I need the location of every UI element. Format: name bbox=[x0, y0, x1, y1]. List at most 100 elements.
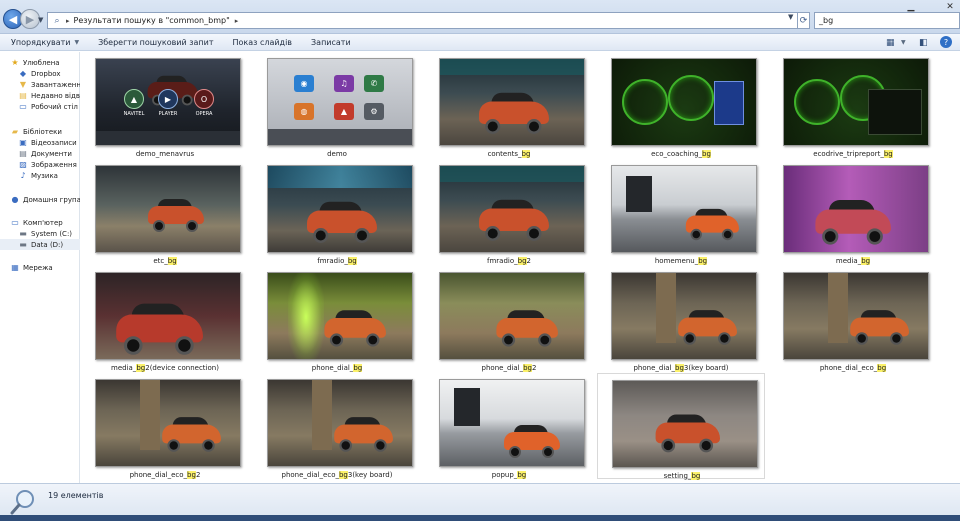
file-thumbnail: ▲ ▶ O NAVITEL PLAYER OPERA bbox=[95, 58, 241, 146]
file-item[interactable]: popup_bg bbox=[425, 373, 593, 479]
breadcrumb-separator-icon[interactable]: ▸ bbox=[66, 17, 70, 25]
car-image bbox=[110, 299, 206, 355]
file-item[interactable]: fmradio_bg bbox=[253, 159, 421, 265]
file-item[interactable]: homemenu_bg bbox=[597, 159, 765, 265]
search-results-icon: ⌕ bbox=[54, 15, 60, 26]
file-name-suffix: 2(device connection) bbox=[145, 364, 219, 372]
file-thumbnail bbox=[439, 58, 585, 146]
libraries-group: ▰ Бібліотеки ▣ Відеозаписи ▤ Документи ▨ Зоб… bbox=[0, 126, 80, 181]
car-image bbox=[810, 196, 894, 245]
pictures-icon: ▨ bbox=[19, 160, 27, 169]
file-item[interactable]: ◉ ♫ ✆ ◍ ▲ ⚙ demo bbox=[253, 52, 421, 158]
burn-button[interactable]: Записати bbox=[311, 38, 351, 47]
sidebar-item-data-drive[interactable]: ▬ Data (D:) bbox=[0, 239, 80, 250]
file-item[interactable]: eco_coaching_bg bbox=[597, 52, 765, 158]
file-name-prefix: popup_ bbox=[491, 471, 518, 479]
sidebar-item-dropbox[interactable]: ◆ Dropbox bbox=[0, 68, 80, 79]
sidebar-item-downloads[interactable]: ▼ Завантаження bbox=[0, 79, 80, 90]
file-name-suffix: 2 bbox=[531, 364, 537, 372]
file-name-prefix: fmradio_ bbox=[317, 257, 348, 265]
favorites-group: ★ Улюблена ◆ Dropbox ▼ Завантаження ▤ Недавн… bbox=[0, 57, 80, 112]
file-thumbnail bbox=[95, 379, 241, 467]
file-thumbnail bbox=[783, 165, 929, 253]
file-thumbnail bbox=[612, 380, 758, 468]
sidebar-item-label: Музика bbox=[31, 171, 58, 180]
sidebar-item-pictures[interactable]: ▨ Зображення bbox=[0, 159, 80, 170]
sidebar-item-videos[interactable]: ▣ Відеозаписи bbox=[0, 137, 80, 148]
change-view-button[interactable]: ▦ bbox=[886, 34, 895, 51]
minimize-button[interactable]: ▁ bbox=[903, 0, 919, 14]
view-options-dropdown[interactable]: ▼ bbox=[901, 34, 906, 51]
file-name: contents_bg bbox=[425, 150, 593, 158]
item-count: 19 елементів bbox=[48, 491, 104, 500]
file-item[interactable]: etc_bg bbox=[81, 159, 249, 265]
file-item[interactable]: setting_bg bbox=[597, 373, 765, 480]
address-bar[interactable]: ⌕ ▸ Результати пошуку в "common_bmp" ▸ bbox=[47, 12, 803, 29]
sidebar-item-recent[interactable]: ▤ Недавно відві bbox=[0, 90, 80, 101]
refresh-button[interactable]: ⟳ bbox=[797, 12, 810, 29]
sidebar-item-label: Dropbox bbox=[31, 69, 61, 78]
car-image bbox=[674, 307, 739, 345]
file-item[interactable]: phone_dial_eco_bg2 bbox=[81, 373, 249, 479]
sidebar-item-label: Недавно відві bbox=[31, 91, 80, 100]
forward-button[interactable]: ▶ bbox=[20, 9, 40, 29]
search-match-highlight: bg bbox=[167, 257, 177, 265]
help-button[interactable]: ? bbox=[940, 36, 952, 48]
sidebar-item-system-drive[interactable]: ▬ System (C:) bbox=[0, 228, 80, 239]
file-name: popup_bg bbox=[425, 471, 593, 479]
arrow-left-icon: ◀ bbox=[8, 12, 18, 26]
file-name: phone_dial_eco_bg3(key board) bbox=[253, 471, 421, 479]
file-item[interactable]: media_bg2(device connection) bbox=[81, 266, 249, 372]
file-item[interactable]: ecodrive_tripreport_bg bbox=[769, 52, 937, 158]
search-match-highlight: bg bbox=[691, 472, 701, 480]
file-name-prefix: etc_ bbox=[153, 257, 168, 265]
file-item[interactable]: phone_dial_bg bbox=[253, 266, 421, 372]
network-group: ▦ Мережа bbox=[0, 262, 80, 273]
file-item[interactable]: media_bg bbox=[769, 159, 937, 265]
file-item[interactable]: contents_bg bbox=[425, 52, 593, 158]
computer-group: ▭ Комп'ютер ▬ System (C:) ▬ Data (D:) bbox=[0, 217, 80, 250]
music-icon: ♪ bbox=[20, 171, 26, 180]
breadcrumb-search-results[interactable]: Результати пошуку в "common_bmp" bbox=[74, 16, 230, 25]
file-name-prefix: phone_dial_ bbox=[311, 364, 354, 372]
recent-pages-dropdown[interactable]: ▼ bbox=[38, 16, 43, 24]
organize-menu[interactable]: Упорядкувати ▼ bbox=[11, 38, 79, 47]
sidebar-item-homegroup[interactable]: ● Домашня група bbox=[0, 194, 81, 205]
file-item[interactable]: phone_dial_bg3(key board) bbox=[597, 266, 765, 372]
file-item[interactable]: phone_dial_bg2 bbox=[425, 266, 593, 372]
sidebar-item-documents[interactable]: ▤ Документи bbox=[0, 148, 80, 159]
address-history-dropdown[interactable]: ▼ bbox=[788, 13, 793, 21]
drive-icon: ▬ bbox=[19, 229, 27, 238]
save-search-button[interactable]: Зберегти пошуковий запит bbox=[98, 38, 213, 47]
search-icon bbox=[10, 490, 34, 515]
file-item[interactable]: ▲ ▶ O NAVITEL PLAYER OPERA demo_menavrus bbox=[81, 52, 249, 158]
file-item[interactable]: phone_dial_eco_bg3(key board) bbox=[253, 373, 421, 479]
file-item[interactable]: phone_dial_eco_bg bbox=[769, 266, 937, 372]
car-image bbox=[682, 206, 741, 241]
car-image bbox=[302, 198, 380, 243]
sidebar-item-network[interactable]: ▦ Мережа bbox=[0, 262, 80, 273]
sidebar-item-label: Робочий стіл bbox=[31, 102, 78, 111]
file-name: ecodrive_tripreport_bg bbox=[769, 150, 937, 158]
file-name: phone_dial_eco_bg bbox=[769, 364, 937, 372]
sidebar-item-music[interactable]: ♪ Музика bbox=[0, 170, 80, 181]
breadcrumb-separator-icon[interactable]: ▸ bbox=[235, 17, 239, 25]
car-image bbox=[651, 411, 722, 453]
file-name: phone_dial_bg bbox=[253, 364, 421, 372]
close-button[interactable]: ✕ bbox=[940, 0, 960, 14]
sidebar-item-favorites[interactable]: ★ Улюблена bbox=[0, 57, 80, 68]
preview-pane-button[interactable]: ◧ bbox=[919, 34, 928, 51]
search-match-highlight: bg bbox=[353, 364, 363, 372]
file-thumbnail bbox=[267, 379, 413, 467]
file-name: demo bbox=[253, 150, 421, 158]
file-name: media_bg2(device connection) bbox=[81, 364, 249, 372]
sidebar-item-libraries[interactable]: ▰ Бібліотеки bbox=[0, 126, 80, 137]
sidebar-item-desktop[interactable]: ▭ Робочий стіл bbox=[0, 101, 80, 112]
sidebar-item-computer[interactable]: ▭ Комп'ютер bbox=[0, 217, 80, 228]
file-item[interactable]: fmradio_bg2 bbox=[425, 159, 593, 265]
car-image bbox=[492, 307, 560, 347]
slideshow-button[interactable]: Показ слайдів bbox=[233, 38, 293, 47]
search-input[interactable]: _bg bbox=[814, 12, 960, 29]
computer-icon: ▭ bbox=[11, 218, 19, 227]
search-match-highlight: bg bbox=[523, 364, 532, 372]
